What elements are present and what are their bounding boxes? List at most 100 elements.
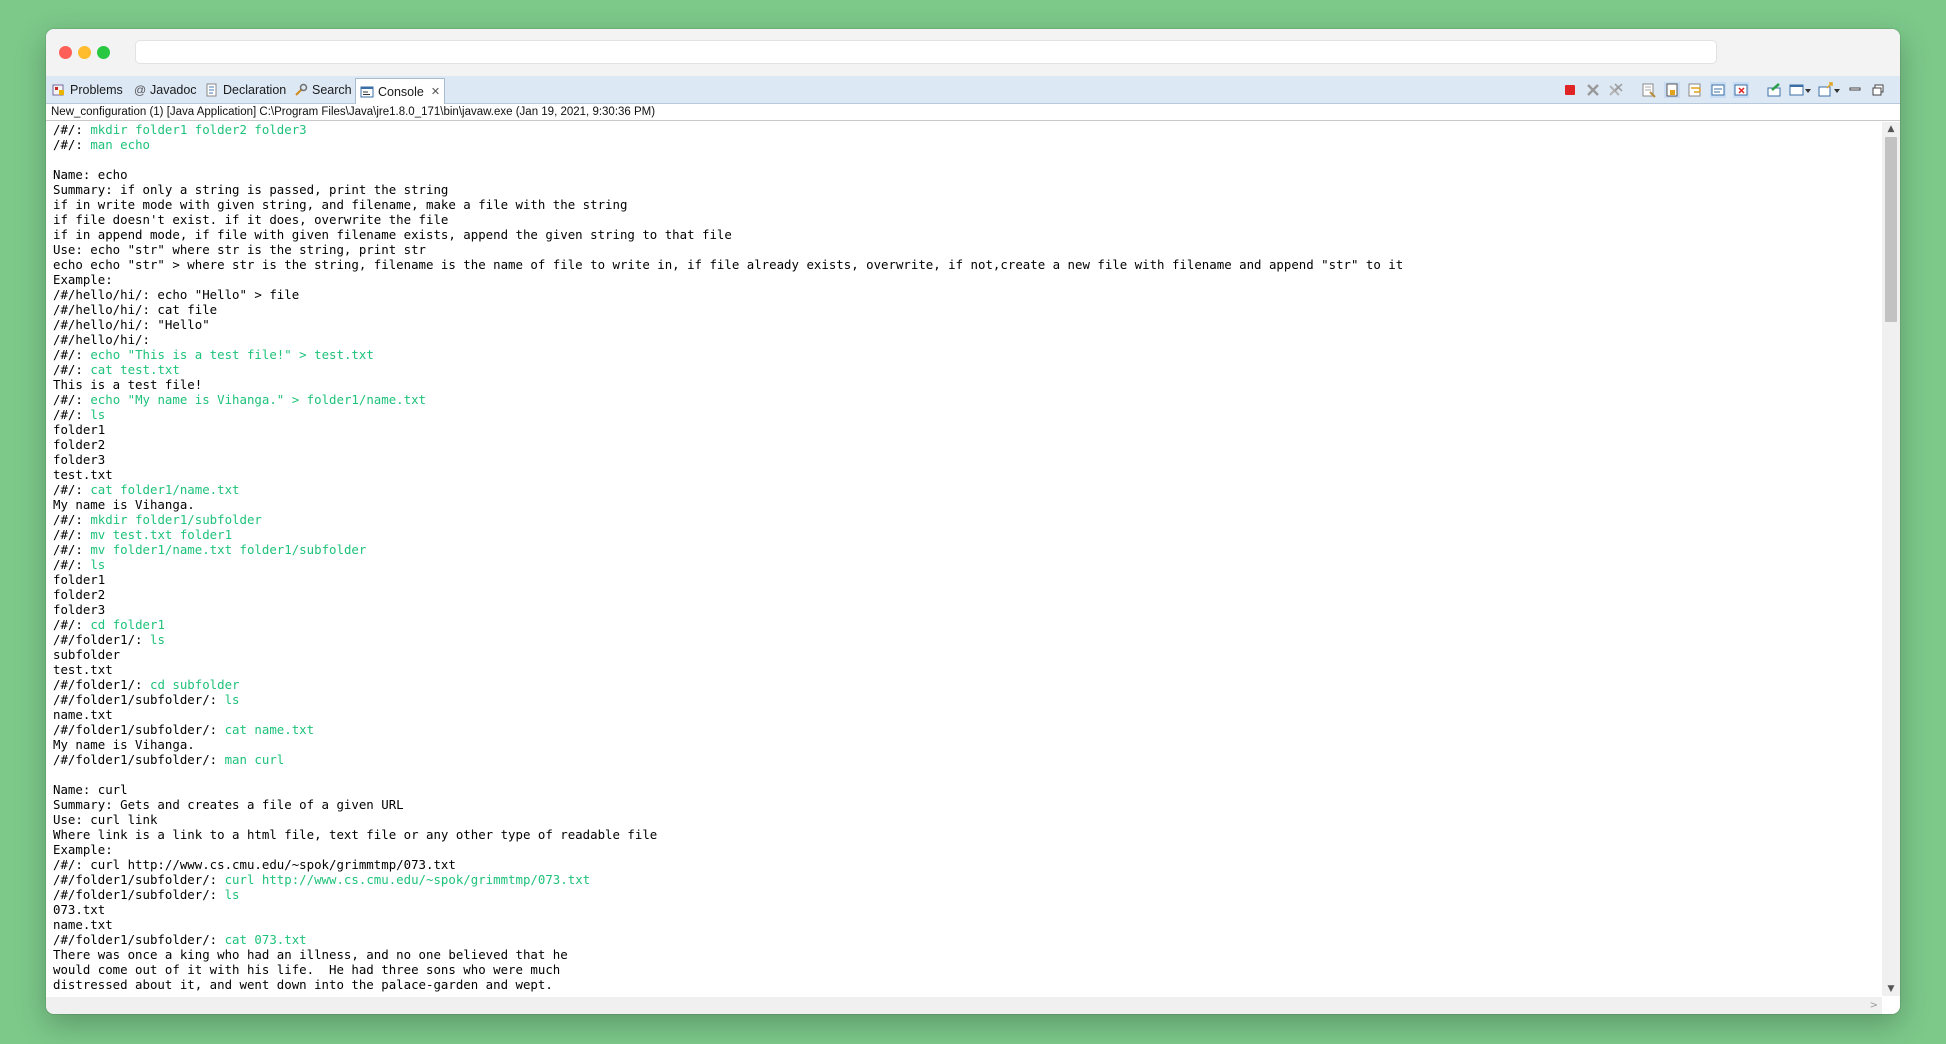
console-line: /#/folder1/subfolder/: ls	[53, 692, 1403, 707]
tab-declaration[interactable]: Declaration	[205, 79, 286, 100]
console-prompt: /#/:	[53, 392, 91, 407]
console-line: /#/folder1/: cd subfolder	[53, 677, 1403, 692]
console-output-text: /#/hello/hi/: echo "Hello" > file	[53, 287, 300, 302]
tab-javadoc[interactable]: @ Javadoc	[134, 79, 197, 100]
console-line: /#/folder1/subfolder/: curl http://www.c…	[53, 872, 1403, 887]
show-on-error-icon[interactable]	[1733, 82, 1749, 98]
remove-launch-icon[interactable]	[1585, 82, 1601, 98]
launch-info-bar: New_configuration (1) [Java Application]…	[46, 104, 1900, 121]
console-command: ls	[149, 632, 165, 647]
terminate-icon[interactable]	[1562, 82, 1578, 98]
close-window-button[interactable]	[59, 46, 72, 59]
console-line: test.txt	[53, 662, 1403, 677]
scroll-down-icon[interactable]: ▼	[1882, 982, 1900, 996]
javadoc-icon: @	[134, 82, 147, 97]
console-line: would come out of it with his life. He h…	[53, 962, 1403, 977]
console-line: Summary: Gets and creates a file of a gi…	[53, 797, 1403, 812]
console-icon	[360, 85, 374, 99]
console-line: folder3	[53, 602, 1403, 617]
console-output-text: Example:	[53, 842, 113, 857]
show-on-output-icon[interactable]	[1710, 82, 1726, 98]
word-wrap-icon[interactable]	[1687, 82, 1703, 98]
console-command: cat folder1/name.txt	[90, 482, 240, 497]
console-output-text: test.txt	[53, 662, 113, 677]
console-output-text: folder2	[53, 587, 106, 602]
console-line: /#/: cat test.txt	[53, 362, 1403, 377]
console-line: This is a test file!	[53, 377, 1403, 392]
console-command: man curl	[224, 752, 285, 767]
tab-problems[interactable]: Problems	[52, 79, 123, 100]
console-command: cat 073.txt	[224, 932, 307, 947]
console-output-text: My name is Vihanga.	[53, 737, 195, 752]
vertical-scrollbar[interactable]: ▲ ▼	[1882, 122, 1900, 996]
tab-console[interactable]: Console ✕	[355, 78, 446, 104]
remove-all-terminated-icon[interactable]	[1608, 82, 1624, 98]
scroll-thumb[interactable]	[1885, 137, 1897, 322]
maximize-window-button[interactable]	[97, 46, 110, 59]
console-command: ls	[224, 692, 240, 707]
console-line: distressed about it, and went down into …	[53, 977, 1403, 992]
console-line: Name: curl	[53, 782, 1403, 797]
console-output-text: /#/hello/hi/:	[53, 332, 150, 347]
scroll-lock-icon[interactable]	[1664, 82, 1680, 98]
console-line: name.txt	[53, 917, 1403, 932]
console-prompt: /#/:	[53, 122, 91, 137]
tab-declaration-label: Declaration	[223, 82, 287, 97]
console-line: /#/: echo "My name is Vihanga." > folder…	[53, 392, 1403, 407]
console-line: /#/hello/hi/: cat file	[53, 302, 1403, 317]
console-output-text: if in append mode, if file with given fi…	[53, 227, 732, 242]
clear-console-icon[interactable]	[1641, 82, 1657, 98]
console-output-text: Example:	[53, 272, 113, 287]
console-line: folder2	[53, 437, 1403, 452]
console-line: folder2	[53, 587, 1403, 602]
console-line: My name is Vihanga.	[53, 497, 1403, 512]
close-tab-icon[interactable]: ✕	[431, 85, 440, 98]
console-output-text: Summary: Gets and creates a file of a gi…	[53, 797, 404, 812]
console-command: mv test.txt folder1	[90, 527, 233, 542]
console-command: cd folder1	[90, 617, 165, 632]
scroll-up-icon[interactable]: ▲	[1882, 122, 1900, 136]
minimize-window-button[interactable]	[78, 46, 91, 59]
console-prompt: /#/:	[53, 527, 91, 542]
console-prompt: /#/:	[53, 542, 91, 557]
search-icon	[294, 83, 308, 97]
console-output-text: would come out of it with his life. He h…	[53, 962, 561, 977]
console-line: /#/: mv test.txt folder1	[53, 527, 1403, 542]
console-line: There was once a king who had an illness…	[53, 947, 1403, 962]
console-line: test.txt	[53, 467, 1403, 482]
console-prompt: /#/:	[53, 557, 91, 572]
console-line: subfolder	[53, 647, 1403, 662]
console-line: echo echo "str" > where str is the strin…	[53, 257, 1403, 272]
problems-icon	[52, 83, 66, 97]
console-line: /#/folder1/subfolder/: cat name.txt	[53, 722, 1403, 737]
console-output-text: subfolder	[53, 647, 121, 662]
tab-search[interactable]: Search	[294, 79, 352, 100]
console-line: 073.txt	[53, 902, 1403, 917]
console-line: if file doesn't exist. if it does, overw…	[53, 212, 1403, 227]
console-line: /#/folder1/subfolder/: cat 073.txt	[53, 932, 1403, 947]
display-console-icon[interactable]	[1789, 82, 1811, 98]
horizontal-scrollbar[interactable]: >	[46, 997, 1882, 1014]
console-output-text: Name: echo	[53, 167, 128, 182]
title-bar	[46, 29, 1900, 76]
tab-console-label: Console	[378, 84, 424, 99]
console-line: name.txt	[53, 707, 1403, 722]
pin-console-icon[interactable]	[1766, 82, 1782, 98]
tab-javadoc-label: Javadoc	[150, 82, 197, 97]
console-line: Use: curl link	[53, 812, 1403, 827]
console-prompt: /#/folder1/subfolder/:	[53, 872, 225, 887]
console-output-text: There was once a king who had an illness…	[53, 947, 568, 962]
console-line: /#/folder1/subfolder/: man curl	[53, 752, 1403, 767]
open-console-icon[interactable]	[1818, 82, 1840, 98]
address-bar[interactable]	[135, 40, 1717, 64]
maximize-view-icon[interactable]	[1870, 82, 1886, 98]
console-output-text: Where link is a link to a html file, tex…	[53, 827, 658, 842]
scroll-right-icon[interactable]: >	[1870, 997, 1878, 1014]
console-output[interactable]: /#/: mkdir folder1 folder2 folder3/#/: m…	[46, 122, 1880, 996]
minimize-view-icon[interactable]	[1847, 82, 1863, 98]
console-prompt: /#/:	[53, 347, 91, 362]
console-prompt: /#/:	[53, 617, 91, 632]
console-output-text: folder3	[53, 602, 106, 617]
console-line: Name: echo	[53, 167, 1403, 182]
